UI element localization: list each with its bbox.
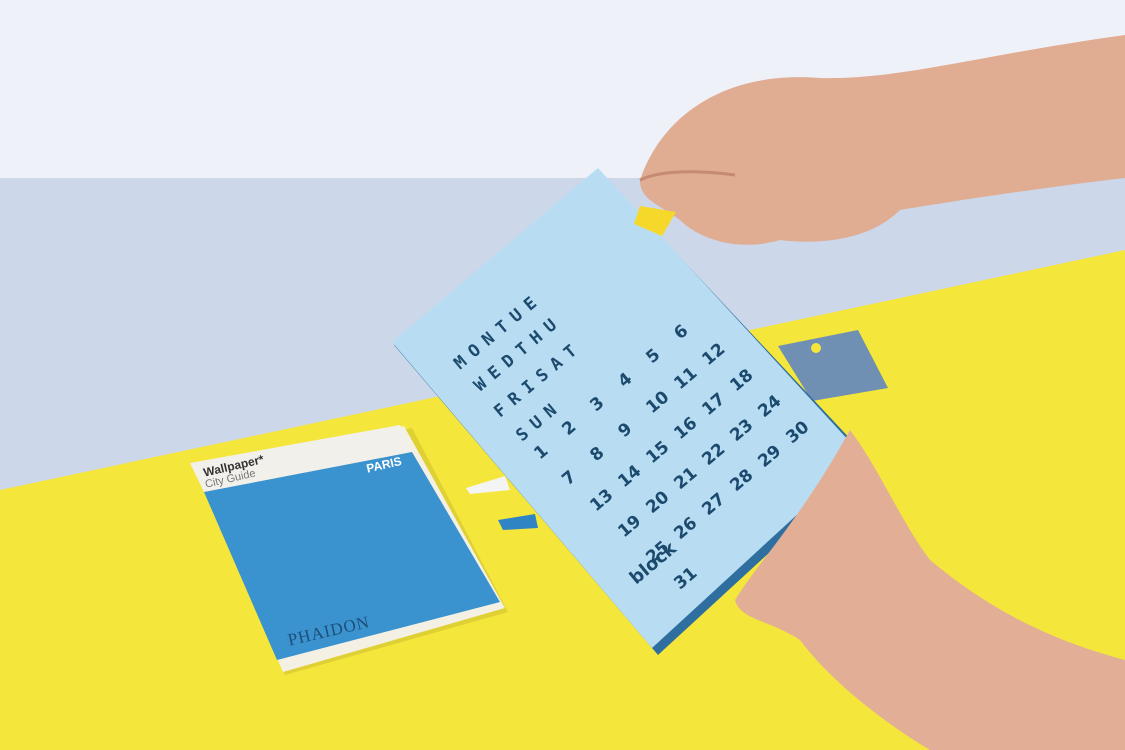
calendar-day-number: 11 — [670, 363, 701, 394]
calendar-day-number: 29 — [754, 441, 785, 472]
calendar-day-number: 20 — [642, 487, 673, 518]
calendar-day-number: 10 — [642, 387, 673, 418]
calendar-day-number: 3 — [586, 393, 608, 416]
calendar-day-number: 18 — [726, 365, 757, 396]
calendar-day-number: 14 — [614, 461, 645, 492]
calendar-day-number: 4 — [614, 369, 636, 392]
calendar-day-number: 12 — [698, 339, 729, 370]
calendar-day-number: 6 — [670, 321, 692, 344]
calendar-day-number: 9 — [614, 419, 636, 442]
calendar-day-number: 8 — [586, 443, 608, 466]
calendar-day-number: 27 — [698, 489, 729, 520]
calendar-day-number: 13 — [586, 485, 617, 516]
calendar-text-layer: MONTUEWEDTHUFRISATSUN 123456789101112131… — [450, 288, 813, 594]
calendar-day-number: 16 — [670, 413, 701, 444]
calendar-day-number: 2 — [558, 417, 580, 440]
photo-scene: Wallpaper* City Guide PARIS PHAIDON MONT… — [0, 0, 1125, 750]
calendar-day-number: 22 — [698, 439, 729, 470]
calendar-day-number: 7 — [558, 467, 580, 490]
calendar-day-number: 26 — [670, 513, 701, 544]
calendar-day-number: 15 — [642, 437, 673, 468]
calendar-day-number: 5 — [642, 345, 664, 368]
calendar-day-number: 28 — [726, 465, 757, 496]
calendar-day-number: 23 — [726, 415, 757, 446]
calendar-day-number: 30 — [782, 417, 813, 448]
calendar-day-number: 1 — [530, 441, 552, 464]
calendar-day-number: 21 — [670, 463, 701, 494]
calendar-day-number: 19 — [614, 511, 645, 542]
calendar-day-number: 17 — [698, 389, 729, 420]
calendar-day-number: 24 — [754, 391, 785, 422]
calendar-day-number: 31 — [670, 563, 701, 594]
